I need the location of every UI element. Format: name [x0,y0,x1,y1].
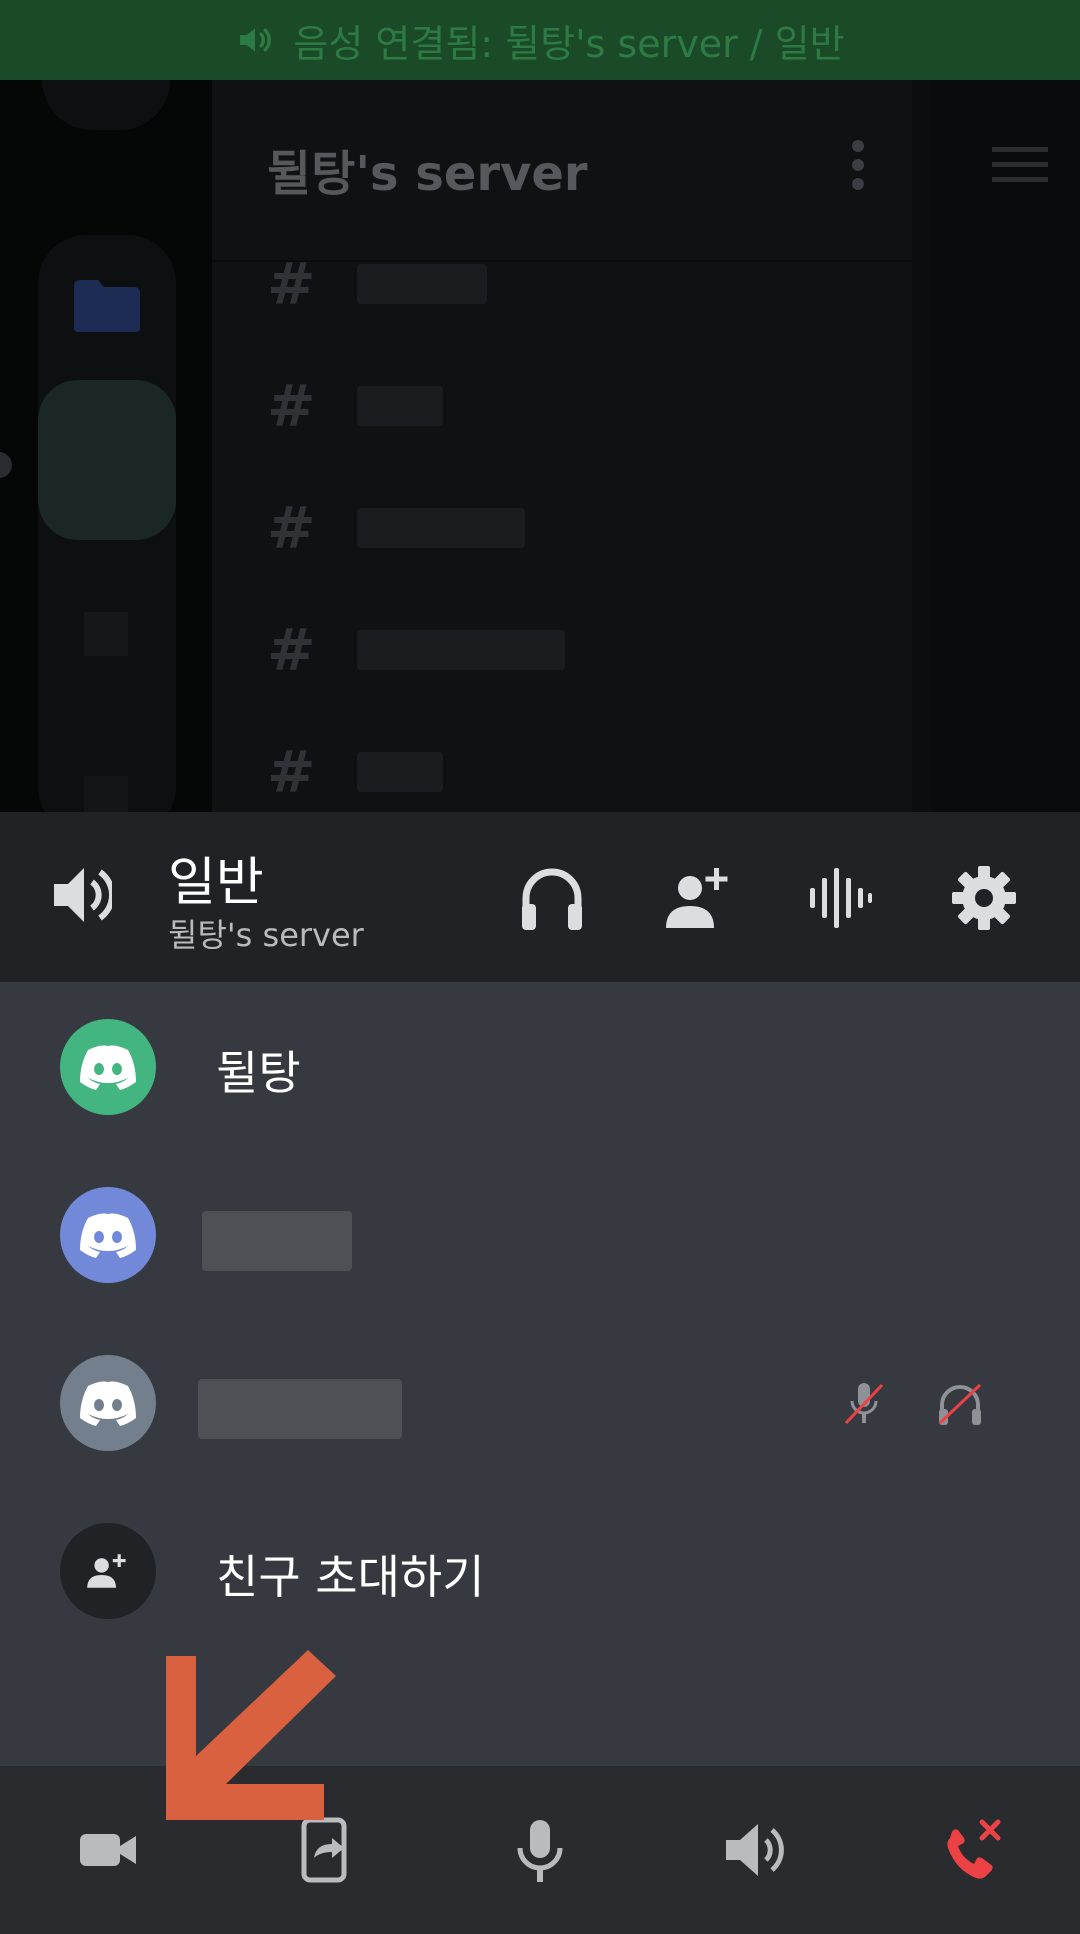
hash-icon: # [267,372,316,440]
microphone-button[interactable] [500,1810,580,1890]
speaker-icon [726,1824,784,1876]
voice-server-name: 뒬탕's server [168,916,364,954]
member-name-redacted [198,1379,402,1439]
avatar [60,1019,156,1115]
channel-item[interactable]: # [267,250,487,318]
avatar [60,1187,156,1283]
speaker-button[interactable] [716,1810,796,1890]
discord-logo-icon [80,1381,136,1426]
avatar [60,1355,156,1451]
server-icon[interactable] [84,612,128,656]
speaker-icon [240,27,272,53]
invite-friends-label: 친구 초대하기 [216,1550,485,1604]
disconnect-button[interactable] [932,1810,1012,1890]
server-header[interactable]: 뒬탕's server [212,80,912,262]
channel-name-redacted [357,752,443,792]
discord-logo-icon [80,1045,136,1090]
channel-item[interactable]: # [267,616,565,684]
annotation-arrow-icon [166,1650,336,1820]
channel-item[interactable]: # [267,494,525,562]
channel-name-redacted [357,386,443,426]
deafened-headphones-icon [938,1383,982,1425]
server-icon[interactable] [38,380,176,540]
members-strip [912,80,930,812]
channel-name-redacted [357,264,487,304]
camera-button[interactable] [68,1810,148,1890]
menu-icon[interactable] [992,145,1048,185]
member-row[interactable] [0,1187,1080,1283]
add-person-icon [87,1554,126,1588]
add-person-icon[interactable] [664,864,732,932]
voice-banner-text: 음성 연결됨: 뒬탕's server / 일반 [293,21,845,66]
server-rail [0,80,212,910]
soundwave-icon[interactable] [806,864,874,932]
channel-panel: 뒬탕's server # # # # # [212,80,912,812]
member-row[interactable] [0,1355,1080,1451]
voice-channel-name: 일반 [168,853,264,913]
camera-icon [80,1834,136,1866]
invite-avatar [60,1523,156,1619]
member-name: 뒬탕 [216,1046,301,1100]
folder-icon [74,280,140,332]
more-options-icon[interactable] [848,138,868,192]
disconnect-icon [947,1819,1001,1879]
hash-icon: # [267,738,316,806]
channel-item[interactable]: # [267,738,443,806]
channel-name-redacted [357,630,565,670]
microphone-icon [517,1820,563,1882]
invite-friends-row[interactable]: 친구 초대하기 [0,1523,1080,1619]
hash-icon: # [267,250,316,318]
channel-item[interactable]: # [267,372,443,440]
hash-icon: # [267,494,316,562]
channel-name-redacted [357,508,525,548]
headphones-icon[interactable] [518,864,586,932]
muted-microphone-icon [844,1383,884,1425]
voice-panel-header: 일반 뒬탕's server [0,812,1080,982]
member-row[interactable]: 뒬탕 [0,1019,1080,1115]
server-icon[interactable] [84,776,128,812]
speaker-icon [54,868,112,922]
hash-icon: # [267,616,316,684]
member-name-redacted [202,1211,352,1271]
voice-member-list: 뒬탕 친구 초대하기 [0,982,1080,1766]
discord-logo-icon [80,1213,136,1258]
voice-connected-banner[interactable]: 음성 연결됨: 뒬탕's server / 일반 [0,0,1080,80]
gear-icon[interactable] [950,864,1018,932]
selected-indicator [0,452,12,478]
server-icon[interactable] [42,80,170,130]
server-title: 뒬탕's server [267,146,588,202]
